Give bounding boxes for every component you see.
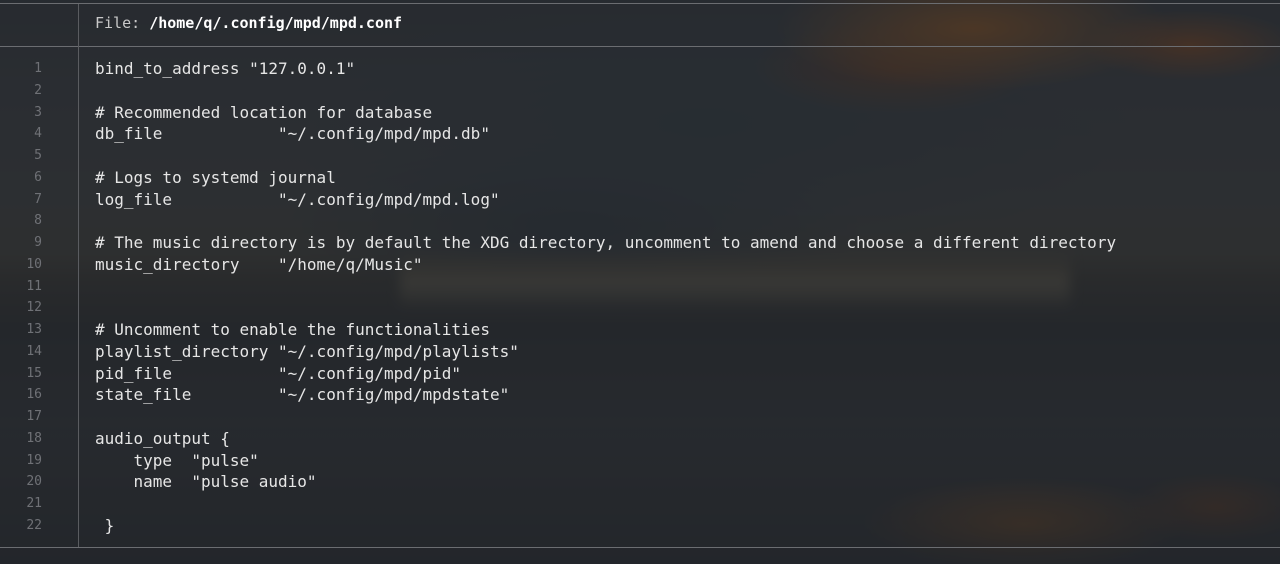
line-number: 17 (26, 409, 42, 424)
line-number: 13 (26, 322, 42, 337)
header-divider (0, 46, 1280, 47)
line-number: 12 (26, 300, 42, 316)
line-number: 1 (34, 61, 42, 76)
line-number: 18 (26, 430, 42, 446)
line-number: 14 (26, 343, 42, 359)
code-line: db_file "~/.config/mpd/mpd.db" (95, 124, 490, 144)
code-line: playlist_directory "~/.config/mpd/playli… (95, 341, 519, 361)
line-number: 8 (34, 213, 42, 229)
line-number: 19 (26, 452, 42, 468)
line-number: 3 (34, 104, 42, 120)
terminal-window[interactable]: File: /home/q/.config/mpd/mpd.conf 1 bind… (0, 0, 1280, 564)
code-line: # Logs to systemd journal (95, 167, 336, 187)
line-number: 2 (34, 82, 42, 98)
code-line: bind_to_address "127.0.0.1" (95, 59, 356, 78)
line-number: 5 (34, 148, 42, 163)
code-line: # Uncomment to enable the functionalitie… (95, 320, 490, 339)
file-header: File: /home/q/.config/mpd/mpd.conf (95, 14, 402, 32)
line-number: 6 (34, 169, 42, 185)
code-line: pid_file "~/.config/mpd/pid" (95, 363, 462, 383)
screen: File: /home/q/.config/mpd/mpd.conf 1 bind… (0, 0, 1280, 564)
file-path: /home/q/.config/mpd/mpd.conf (149, 14, 403, 32)
code-line: audio_output { (95, 428, 230, 448)
line-number: 9 (34, 235, 42, 250)
gutter-divider (78, 4, 79, 547)
line-number: 21 (26, 496, 42, 511)
code-line: state_file "~/.config/mpd/mpdstate" (95, 385, 510, 405)
line-number: 4 (34, 126, 42, 142)
file-header-label: File: (95, 14, 150, 32)
line-number: 10 (26, 256, 42, 272)
line-number: 22 (26, 517, 42, 533)
bottom-border (0, 547, 1280, 548)
code-line: } (95, 515, 115, 535)
code-line: # Recommended location for database (95, 102, 433, 122)
code-line: # The music directory is by default the … (95, 233, 1117, 252)
code-line: name "pulse audio" (95, 472, 317, 492)
code-line: log_file "~/.config/mpd/mpd.log" (95, 189, 500, 209)
line-number: 20 (26, 474, 42, 490)
line-number: 16 (26, 387, 42, 403)
line-number: 7 (34, 191, 42, 207)
line-number: 15 (26, 365, 42, 381)
line-number: 11 (26, 278, 42, 294)
code-line: music_directory "/home/q/Music" (95, 254, 423, 274)
top-border (0, 3, 1280, 4)
code-line: type "pulse" (95, 450, 259, 470)
